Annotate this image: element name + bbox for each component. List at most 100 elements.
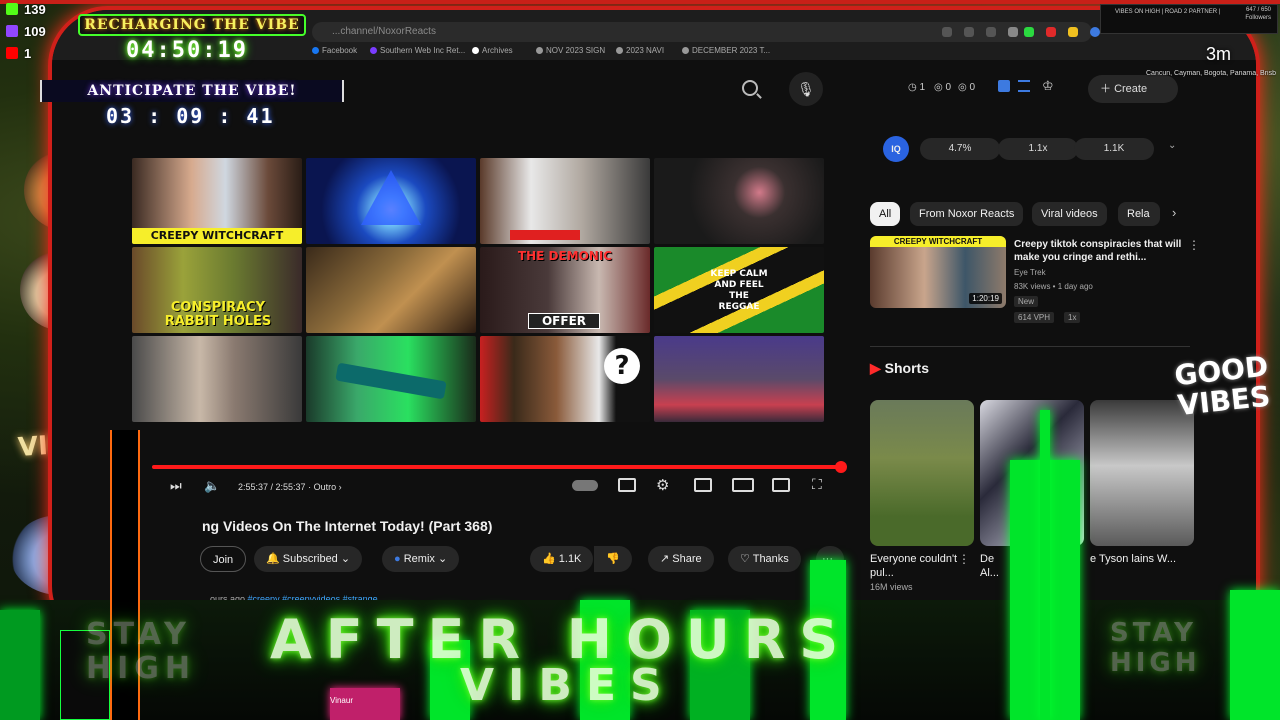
zoom-icon[interactable] <box>964 27 974 37</box>
short-title[interactable]: De Al... <box>980 552 1004 580</box>
miniplayer-icon[interactable] <box>694 478 712 492</box>
end-screen-video[interactable]: THE DEMONIC OFFER <box>480 247 650 333</box>
short-thumbnail[interactable] <box>870 400 974 546</box>
vidiq-avatar[interactable]: IQ <box>883 136 909 162</box>
header-stat-1: ◷ 1 <box>908 82 926 93</box>
end-screen-video[interactable] <box>306 247 476 333</box>
end-screen-video[interactable]: KEEP CALM AND FEEL THE REGGAE <box>654 247 824 333</box>
cast-icon[interactable] <box>772 478 790 492</box>
end-screen-video[interactable] <box>306 158 476 244</box>
short-thumbnail[interactable] <box>1090 400 1194 546</box>
stat-pill-ctr: 4.7% <box>920 138 1000 160</box>
microphone-icon[interactable]: 🎙 <box>789 72 823 106</box>
video-duration: 1:20:19 <box>969 293 1002 304</box>
bookmark-star-icon[interactable] <box>1008 27 1018 37</box>
address-bar[interactable]: ...channel/NoxorReacts <box>312 22 1092 42</box>
bookmark-item[interactable]: DECEMBER 2023 T... <box>682 46 770 55</box>
bookmark-item[interactable]: Southern Web Inc Ret... <box>370 46 465 55</box>
short-title[interactable]: e Tyson lains W... <box>1090 552 1188 566</box>
share-button[interactable]: ↗ Share <box>648 546 714 572</box>
profile-icon[interactable] <box>1090 27 1100 37</box>
end-screen-video[interactable]: CREEPY WITCHCRAFT <box>132 158 302 244</box>
create-button[interactable]: ＋ Create <box>1088 75 1178 103</box>
like-button[interactable]: 👍 1.1K <box>530 546 594 572</box>
dislike-button[interactable]: 👎 <box>594 546 632 572</box>
search-icon[interactable] <box>742 80 758 96</box>
header-stat-2: ◎ 0 <box>934 82 952 93</box>
end-screen-video[interactable] <box>480 158 650 244</box>
recharging-banner: RECHARGING THE VIBE <box>78 14 306 36</box>
bookmark-item[interactable]: NOV 2023 SIGN <box>536 46 605 55</box>
kick-icon <box>6 3 18 15</box>
studio-icon[interactable] <box>998 80 1010 92</box>
yellow-extension-icon[interactable] <box>1068 27 1078 37</box>
extension-icon[interactable] <box>942 27 952 37</box>
join-button[interactable]: Join <box>200 546 247 572</box>
shorts-icon: ▶ <box>870 360 881 376</box>
end-screen-grid: CREEPY WITCHCRAFT CONSPIRACY RABBIT HOLE… <box>132 158 824 422</box>
bookmark-item[interactable]: Facebook <box>312 46 357 55</box>
chip-from-channel[interactable]: From Noxor Reacts <box>910 202 1024 226</box>
fullscreen-icon[interactable]: ⛶ <box>812 476 822 493</box>
thumb-caption <box>510 230 580 240</box>
captions-icon[interactable] <box>618 478 636 492</box>
new-badge: New <box>1014 296 1039 307</box>
thumb-caption: CONSPIRACY RABBIT HOLES <box>164 300 272 329</box>
thanks-button[interactable]: ♡ Thanks <box>728 546 801 572</box>
short-views: 16M views <box>870 582 913 592</box>
mini-stats: 647 / 650 <box>1245 7 1271 13</box>
end-screen-video[interactable] <box>654 158 824 244</box>
youtube-subscriber-count: 1 <box>6 46 31 61</box>
chip-all[interactable]: All <box>870 202 901 226</box>
kebab-menu-icon[interactable]: ⋮ <box>1188 238 1200 252</box>
vph-multiplier: 1x <box>1064 312 1081 323</box>
autoplay-toggle[interactable] <box>572 480 598 491</box>
subscribed-button[interactable]: 🔔 Subscribed ⌄ <box>254 546 363 572</box>
seek-bar[interactable] <box>152 461 847 473</box>
video-title: ng Videos On The Internet Today! (Part 3… <box>202 518 493 534</box>
trophy-icon[interactable]: ♔ <box>1042 78 1054 94</box>
bookmark-item[interactable]: 2023 NAVI <box>616 46 664 55</box>
mini-title: VIBES ON HIGH | ROAD 2 PARTNER | <box>1115 9 1221 15</box>
list-icon[interactable] <box>1018 80 1030 92</box>
bookmark-item[interactable]: Archives <box>472 46 513 55</box>
theater-mode-icon[interactable] <box>732 478 754 492</box>
stat-pill-views: 1.1K <box>1074 138 1154 160</box>
end-screen-video[interactable]: ? <box>480 336 650 422</box>
stat-pill-multiplier: 1.1x <box>998 138 1078 160</box>
remix-button[interactable]: ● Remix ⌄ <box>382 546 460 572</box>
youtube-icon <box>6 47 18 59</box>
remix-icon: ● <box>394 553 401 565</box>
recommended-thumbnail[interactable]: CREEPY WITCHCRAFT 1:20:19 <box>870 236 1006 308</box>
end-screen-video[interactable] <box>654 336 824 422</box>
good-vibes-sign: GOOD VIBES <box>1172 349 1272 423</box>
green-extension-icon[interactable] <box>1024 27 1034 37</box>
next-icon[interactable]: ⏭ <box>170 478 182 494</box>
stream-mini-panel: VIBES ON HIGH | ROAD 2 PARTNER | 647 / 6… <box>1100 4 1278 34</box>
end-screen-video[interactable] <box>132 336 302 422</box>
shorts-heading: ▶ Shorts <box>870 360 930 376</box>
folder-icon <box>682 47 689 54</box>
thumb-caption: KEEP CALM AND FEEL THE REGGAE <box>710 269 768 312</box>
twitch-follower-count: 109 <box>6 24 46 39</box>
red-extension-icon[interactable] <box>1046 27 1056 37</box>
chevron-down-icon[interactable]: ⌄ <box>1168 140 1176 151</box>
settings-gear-icon[interactable]: ⚙ <box>656 476 669 494</box>
chip-related[interactable]: Rela <box>1118 202 1160 226</box>
neon-title-line2: VIBES <box>460 660 676 711</box>
recommended-title[interactable]: Creepy tiktok conspiracies that will mak… <box>1014 238 1184 264</box>
thumb-caption: CREEPY WITCHCRAFT <box>132 228 302 244</box>
kebab-menu-icon[interactable]: ⋮ <box>958 552 970 566</box>
chevron-right-icon[interactable]: › <box>1172 205 1176 220</box>
chip-viral-videos[interactable]: Viral videos <box>1032 202 1107 226</box>
end-screen-video[interactable]: CONSPIRACY RABBIT HOLES <box>132 247 302 333</box>
short-title[interactable]: Everyone couldn't pul... <box>870 552 962 580</box>
anticipate-banner: ANTICIPATE THE VIBE! <box>40 80 344 102</box>
neon-building <box>0 610 40 720</box>
volume-icon[interactable]: 🔈 <box>204 478 220 494</box>
end-screen-video[interactable] <box>306 336 476 422</box>
share-page-icon[interactable] <box>986 27 996 37</box>
timer-corner: 3m <box>1206 44 1232 64</box>
ghost-text-right: STAY HIGH <box>1110 618 1201 678</box>
twitch-icon <box>6 25 18 37</box>
